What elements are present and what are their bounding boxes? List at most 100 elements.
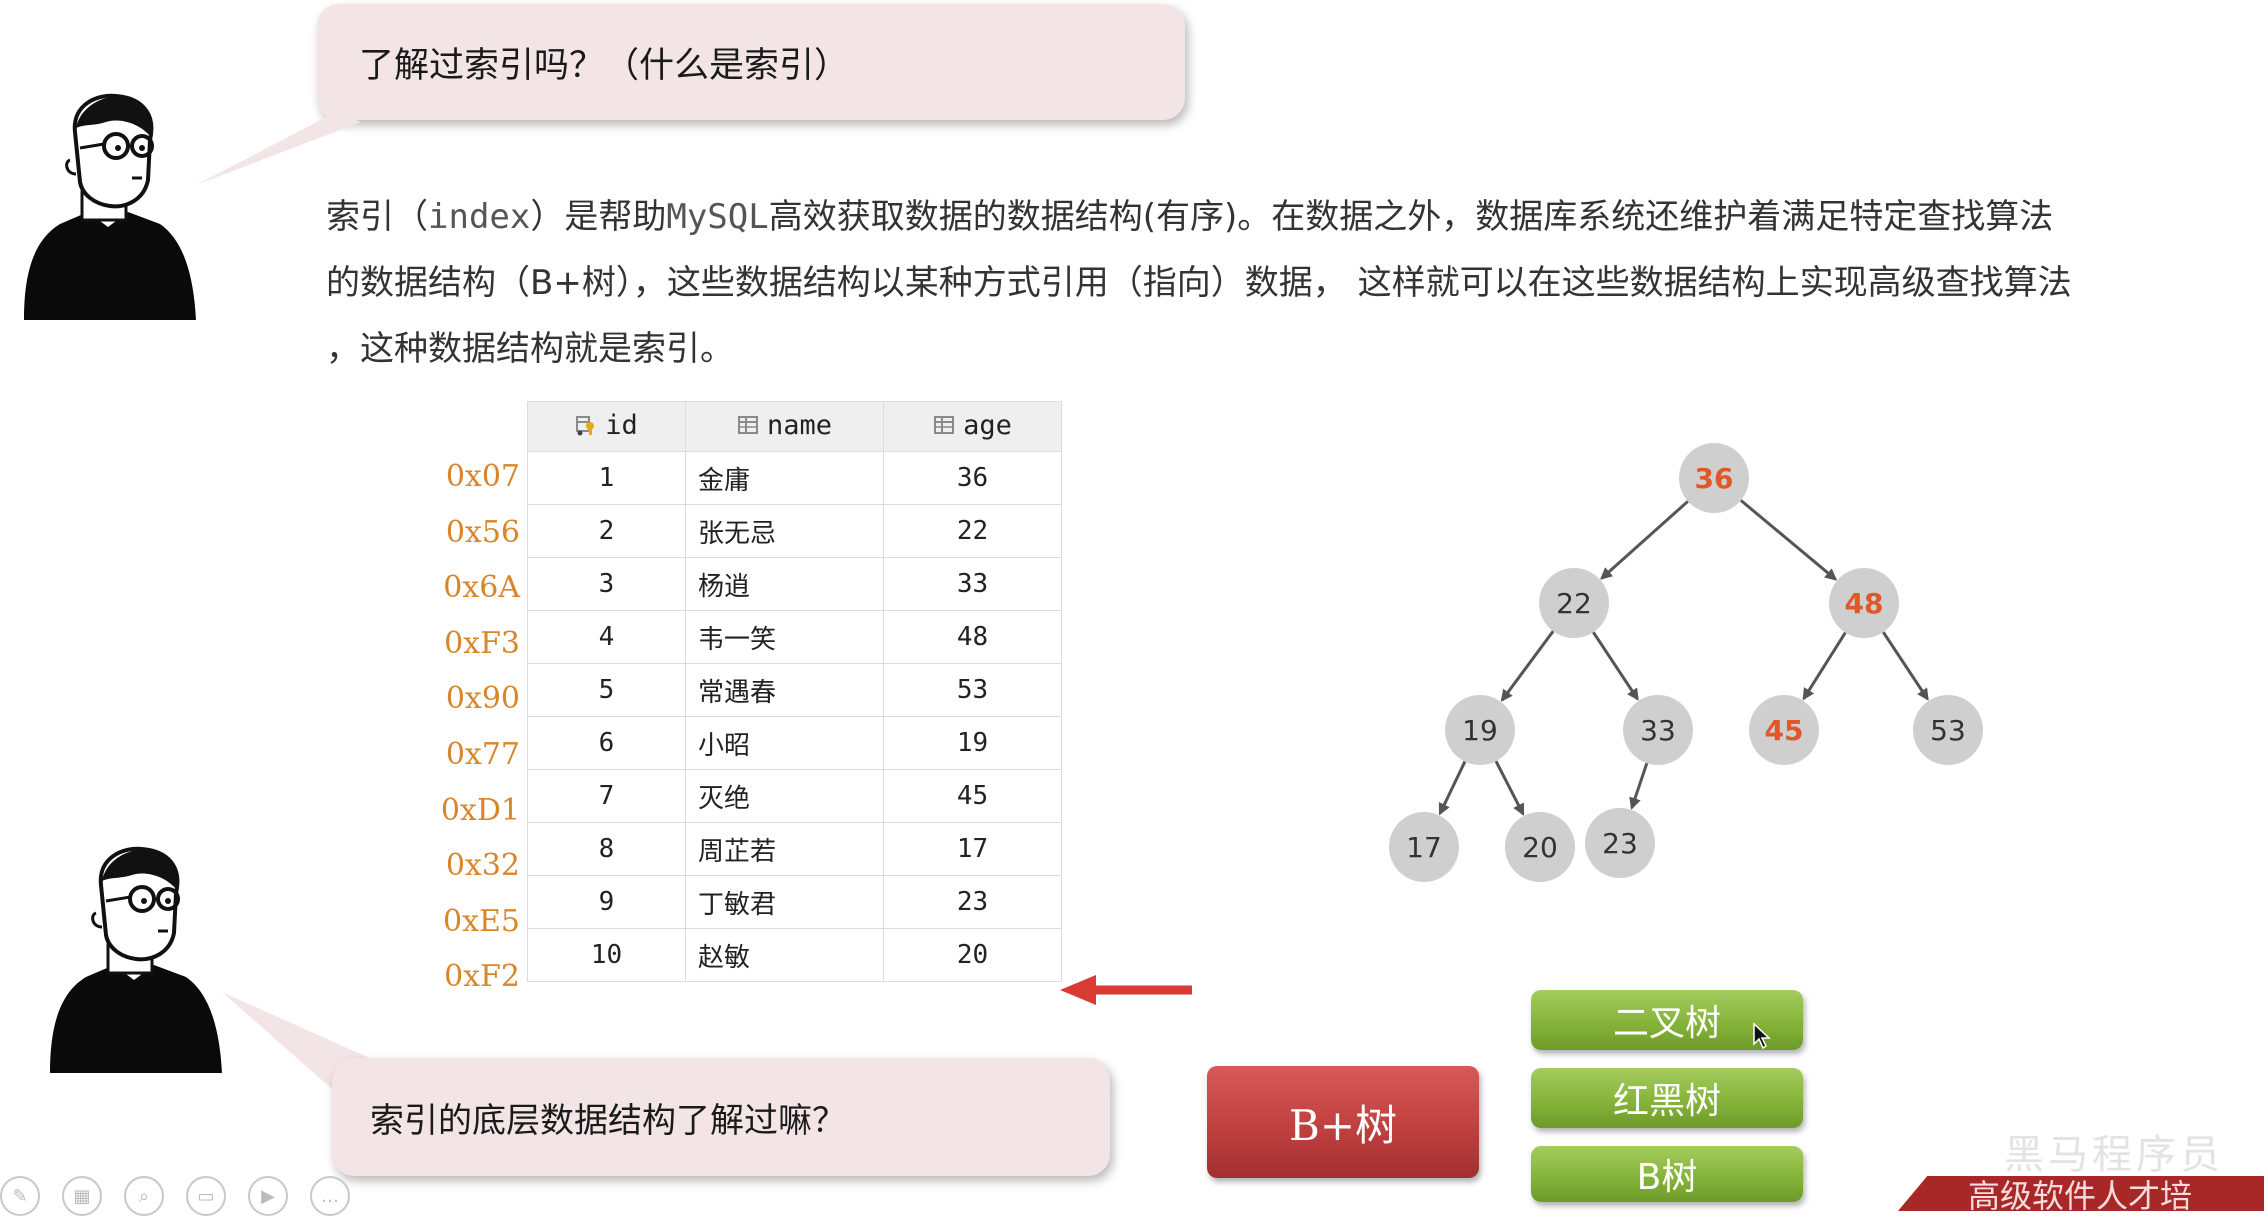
table-row[interactable]: 9 丁敏君 23 [527,875,1062,929]
tree-node-label: 53 [1930,714,1966,747]
cell-age[interactable]: 33 [883,557,1062,611]
cell-age[interactable]: 19 [883,716,1062,770]
memory-address: 0xD1 [440,792,520,828]
question-bubble-bottom: 索引的底层数据结构了解过嘛？ [332,1058,1110,1176]
b-plus-tree-label: B+树 [1288,1100,1398,1150]
table-row[interactable]: 1 金庸 36 [527,451,1062,505]
cell-id[interactable]: 10 [527,928,686,982]
cell-age[interactable]: 36 [883,451,1062,505]
memory-address: 0xE5 [443,903,520,939]
cell-id[interactable]: 6 [527,716,686,770]
cell-age[interactable]: 48 [883,610,1062,664]
tree-node-48: 48 [1829,568,1899,638]
cell-id[interactable]: 5 [527,663,686,717]
definition-line-1-part-c: ）是帮助 [530,197,667,237]
column-header-id[interactable]: id [527,401,686,452]
table-header-row: id name age [527,401,1062,452]
tree-node-label: 19 [1462,714,1498,747]
tree-nodes: 36 22 48 19 33 45 53 17 20 23 [1389,443,1983,882]
mouse-cursor-icon [1753,1022,1771,1050]
cell-name[interactable]: 丁敏君 [685,875,884,929]
cell-id[interactable]: 8 [527,822,686,876]
video-icon[interactable]: ▶ [248,1176,288,1216]
cell-id[interactable]: 4 [527,610,686,664]
cell-id[interactable]: 9 [527,875,686,929]
cell-name[interactable]: 灭绝 [685,769,884,823]
cell-age[interactable]: 53 [883,663,1062,717]
cell-name[interactable]: 赵敏 [685,928,884,982]
cell-name[interactable]: 张无忌 [685,504,884,558]
pen-icon[interactable]: ✎ [0,1176,40,1216]
question-bottom-text: 索引的底层数据结构了解过嘛？ [370,1100,846,1141]
tree-edge-n19-n20 [1494,760,1525,816]
cell-age[interactable]: 23 [883,875,1062,929]
brand-watermark: 黑马程序员 [2004,1132,2224,1178]
table-row[interactable]: 2 张无忌 22 [527,504,1062,558]
cell-id[interactable]: 2 [527,504,686,558]
index-definition-text: 索引（index）是帮助MySQL高效获取数据的数据结构(有序)。在数据之外，数… [326,184,2262,382]
b-tree-button[interactable]: B树 [1531,1146,1803,1202]
memory-address: 0x32 [445,848,520,884]
definition-line-1: 索引（index）是帮助MySQL高效获取数据的数据结构(有序)。在数据之外，数… [326,184,2262,250]
more-icon[interactable]: … [310,1176,350,1216]
tree-node-45: 45 [1749,695,1819,765]
cell-id[interactable]: 1 [527,451,686,505]
definition-line-1-mysql-word: MySQL [666,197,769,237]
memory-address: 0x6A [443,570,520,606]
b-plus-tree-button[interactable]: B+树 [1207,1066,1479,1178]
cell-age[interactable]: 22 [883,504,1062,558]
tree-node-label: 23 [1602,827,1638,860]
table-body: 1 金庸 36 2 张无忌 22 3 杨逍 33 4 韦一笑 48 5 常遇春 53 6 小昭 19 7 灭绝 45 8 周… [527,451,1062,982]
cell-age[interactable]: 45 [883,769,1062,823]
cell-name[interactable]: 周芷若 [685,822,884,876]
column-header-name[interactable]: name [685,401,884,452]
definition-line-1-index-word: index [428,197,531,237]
cell-id[interactable]: 7 [527,769,686,823]
cell-age[interactable]: 17 [883,822,1062,876]
tree-edge-n22-n19 [1500,630,1555,702]
cell-age[interactable]: 20 [883,928,1062,982]
cell-name[interactable]: 常遇春 [685,663,884,717]
cell-name[interactable]: 小昭 [685,716,884,770]
table-row[interactable]: 3 杨逍 33 [527,557,1062,611]
red-black-tree-button[interactable]: 红黑树 [1531,1068,1803,1128]
tree-edges [1438,499,1929,816]
tree-node-22: 22 [1539,568,1609,638]
brand-banner-text: 高级软件人才培 [1968,1176,2193,1212]
table-row[interactable]: 7 灭绝 45 [527,769,1062,823]
memory-address: 0xF2 [444,959,520,995]
cell-name[interactable]: 金庸 [685,451,884,505]
cell-name[interactable]: 杨逍 [685,557,884,611]
tree-node-19: 19 [1445,695,1515,765]
table-row[interactable]: 5 常遇春 53 [527,663,1062,717]
screen-icon[interactable]: ▭ [186,1176,226,1216]
cell-id[interactable]: 3 [527,557,686,611]
memory-address: 0x77 [445,737,520,772]
definition-line-3: ，这种数据结构就是索引。 [326,329,734,369]
tree-node-label: 36 [1695,462,1734,495]
tree-node-label: 22 [1556,587,1592,620]
person-icon-bottom [50,846,222,1073]
table-row[interactable]: 8 周芷若 17 [527,822,1062,876]
tree-edge-n22-n33 [1592,631,1639,701]
zoom-icon[interactable]: ⌕ [124,1176,164,1216]
cell-name[interactable]: 韦一笑 [685,610,884,664]
column-icon [737,416,758,435]
question-bubble-top-tail [196,112,361,185]
table-row[interactable]: 4 韦一笑 48 [527,610,1062,664]
tree-node-label: 17 [1406,831,1442,864]
tree-edge-n36-n22 [1600,500,1689,580]
tree-edge-n19-n17 [1438,760,1467,816]
tree-node-20: 20 [1505,812,1575,882]
memory-address: 0xF3 [444,625,520,661]
question-bubble-top: 了解过索引吗？（什么是索引） [317,4,1185,120]
tree-node-label: 20 [1522,831,1558,864]
table-row[interactable]: 10 赵敏 20 [527,928,1062,982]
definition-line-1-part-a: 索引（ [326,197,428,237]
column-header-age[interactable]: age [883,401,1062,452]
column-icon [934,416,955,435]
table-row[interactable]: 6 小昭 19 [527,716,1062,770]
tree-node-33: 33 [1623,695,1693,765]
user-table: id name age 1 金庸 36 2 张无忌 22 3 杨逍 33 4 韦… [527,401,1062,982]
slides-icon[interactable]: ▦ [62,1176,102,1216]
